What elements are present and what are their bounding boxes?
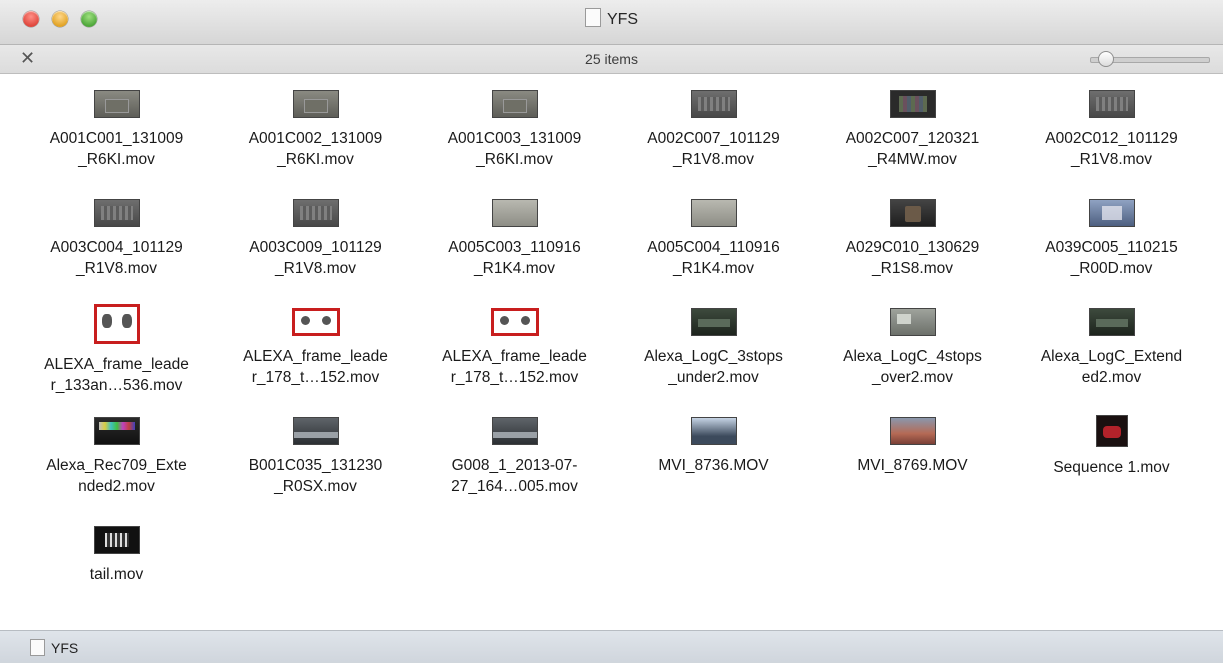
file-name[interactable]: B001C035_131230 _R0SX.mov: [221, 455, 411, 497]
movie-thumbnail-icon[interactable]: [93, 199, 140, 227]
window-title: YFS: [606, 11, 639, 28]
file-item[interactable]: ALEXA_frame_leade r_178_t…152.mov: [415, 306, 614, 415]
movie-thumbnail-icon[interactable]: [292, 417, 339, 445]
file-item[interactable]: A002C007_101129 _R1V8.mov: [614, 88, 813, 197]
file-item[interactable]: Alexa_LogC_Extend ed2.mov: [1012, 306, 1211, 415]
folder-icon: [30, 639, 45, 656]
path-bar: YFS: [0, 630, 1223, 663]
file-name[interactable]: A005C004_110916 _R1K4.mov: [619, 237, 809, 279]
movie-thumbnail-icon[interactable]: [93, 417, 140, 445]
file-item[interactable]: Alexa_Rec709_Exte nded2.mov: [17, 415, 216, 524]
file-name[interactable]: A001C003_131009 _R6KI.mov: [420, 128, 610, 170]
icon-size-slider[interactable]: [1090, 51, 1210, 67]
file-item[interactable]: MVI_8736.MOV: [614, 415, 813, 524]
file-item[interactable]: G008_1_2013-07- 27_164…005.mov: [415, 415, 614, 524]
file-item[interactable]: A003C004_101129 _R1V8.mov: [17, 197, 216, 306]
file-item[interactable]: A001C001_131009 _R6KI.mov: [17, 88, 216, 197]
movie-thumbnail-icon[interactable]: [690, 417, 737, 445]
file-name[interactable]: G008_1_2013-07- 27_164…005.mov: [420, 455, 610, 497]
window-title-container: YFS: [0, 8, 1223, 29]
path-item[interactable]: YFS: [30, 639, 78, 656]
file-name[interactable]: A002C007_101129 _R1V8.mov: [619, 128, 809, 170]
file-name[interactable]: MVI_8736.MOV: [619, 455, 809, 476]
file-name[interactable]: A001C002_131009 _R6KI.mov: [221, 128, 411, 170]
file-name[interactable]: ALEXA_frame_leade r_178_t…152.mov: [221, 346, 411, 388]
status-toolbar: ✕ 25 items: [0, 45, 1223, 74]
title-bar[interactable]: YFS: [0, 0, 1223, 45]
file-name[interactable]: ALEXA_frame_leade r_133an…536.mov: [22, 354, 212, 396]
movie-thumbnail-icon[interactable]: [690, 90, 737, 118]
file-name[interactable]: Alexa_LogC_3stops _under2.mov: [619, 346, 809, 388]
file-item[interactable]: ALEXA_frame_leade r_178_t…152.mov: [216, 306, 415, 415]
file-item[interactable]: A001C003_131009 _R6KI.mov: [415, 88, 614, 197]
path-item-label: YFS: [51, 640, 79, 656]
file-name[interactable]: Alexa_LogC_4stops _over2.mov: [818, 346, 1008, 388]
file-browser-content: A001C001_131009 _R6KI.mov A001C002_131009…: [0, 74, 1223, 630]
movie-thumbnail-icon[interactable]: [491, 90, 538, 118]
file-item[interactable]: A005C003_110916 _R1K4.mov: [415, 197, 614, 306]
movie-thumbnail-icon[interactable]: [93, 526, 140, 554]
file-name[interactable]: A003C004_101129 _R1V8.mov: [22, 237, 212, 279]
movie-thumbnail-icon[interactable]: [93, 90, 140, 118]
movie-thumbnail-icon[interactable]: [889, 199, 936, 227]
file-name[interactable]: tail.mov: [22, 564, 212, 585]
file-name[interactable]: Alexa_Rec709_Exte nded2.mov: [22, 455, 212, 497]
file-name[interactable]: A002C007_120321 _R4MW.mov: [818, 128, 1008, 170]
movie-thumbnail-icon[interactable]: [291, 308, 340, 336]
file-item[interactable]: A001C002_131009 _R6KI.mov: [216, 88, 415, 197]
movie-thumbnail-icon[interactable]: [889, 308, 936, 336]
items-count: 25 items: [585, 51, 638, 67]
file-name[interactable]: A003C009_101129 _R1V8.mov: [221, 237, 411, 279]
movie-thumbnail-icon[interactable]: [1088, 199, 1135, 227]
file-item[interactable]: Alexa_LogC_4stops _over2.mov: [813, 306, 1012, 415]
movie-thumbnail-icon[interactable]: [889, 90, 936, 118]
movie-thumbnail-icon[interactable]: [690, 199, 737, 227]
file-item[interactable]: A005C004_110916 _R1K4.mov: [614, 197, 813, 306]
movie-thumbnail-icon[interactable]: [93, 304, 140, 344]
file-item[interactable]: A039C005_110215 _R00D.mov: [1012, 197, 1211, 306]
file-item[interactable]: A003C009_101129 _R1V8.mov: [216, 197, 415, 306]
movie-thumbnail-icon[interactable]: [491, 417, 538, 445]
file-item[interactable]: A002C012_101129 _R1V8.mov: [1012, 88, 1211, 197]
file-name[interactable]: A002C012_101129 _R1V8.mov: [1017, 128, 1207, 170]
movie-thumbnail-icon[interactable]: [292, 90, 339, 118]
slider-knob[interactable]: [1098, 51, 1115, 67]
folder-document-icon: [584, 8, 601, 27]
file-item[interactable]: ALEXA_frame_leade r_133an…536.mov: [17, 304, 216, 415]
file-item[interactable]: B001C035_131230 _R0SX.mov: [216, 415, 415, 524]
movie-thumbnail-icon[interactable]: [1095, 415, 1128, 447]
movie-thumbnail-icon[interactable]: [292, 199, 339, 227]
file-name[interactable]: Alexa_LogC_Extend ed2.mov: [1017, 346, 1207, 388]
finder-window: YFS ✕ 25 items A001C001_131009 _R6KI.mov…: [0, 0, 1223, 663]
movie-thumbnail-icon[interactable]: [1088, 308, 1135, 336]
movie-thumbnail-icon[interactable]: [490, 308, 539, 336]
file-name[interactable]: A005C003_110916 _R1K4.mov: [420, 237, 610, 279]
file-name[interactable]: A001C001_131009 _R6KI.mov: [22, 128, 212, 170]
file-name[interactable]: A029C010_130629 _R1S8.mov: [818, 237, 1008, 279]
file-name[interactable]: ALEXA_frame_leade r_178_t…152.mov: [420, 346, 610, 388]
movie-thumbnail-icon[interactable]: [1088, 90, 1135, 118]
movie-thumbnail-icon[interactable]: [889, 417, 936, 445]
movie-thumbnail-icon[interactable]: [690, 308, 737, 336]
file-grid: A001C001_131009 _R6KI.mov A001C002_131009…: [17, 88, 1211, 633]
file-name[interactable]: A039C005_110215 _R00D.mov: [1017, 237, 1207, 279]
movie-thumbnail-icon[interactable]: [491, 199, 538, 227]
file-item[interactable]: A029C010_130629 _R1S8.mov: [813, 197, 1012, 306]
file-item[interactable]: A002C007_120321 _R4MW.mov: [813, 88, 1012, 197]
file-name[interactable]: MVI_8769.MOV: [818, 455, 1008, 476]
file-item[interactable]: tail.mov: [17, 524, 216, 633]
file-item[interactable]: MVI_8769.MOV: [813, 415, 1012, 524]
file-item[interactable]: Sequence 1.mov: [1012, 415, 1211, 524]
file-name[interactable]: Sequence 1.mov: [1017, 457, 1207, 478]
file-item[interactable]: Alexa_LogC_3stops _under2.mov: [614, 306, 813, 415]
